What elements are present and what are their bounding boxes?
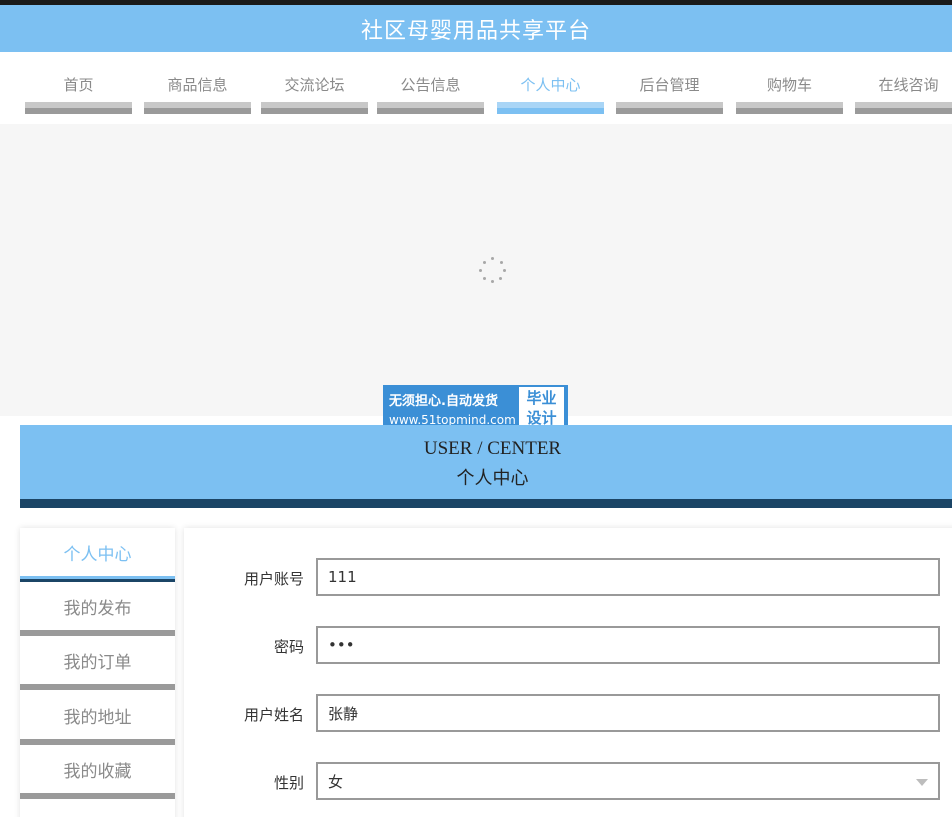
password-input[interactable] [316, 626, 940, 664]
nav-item-announcements[interactable]: 公告信息 [377, 52, 484, 114]
sidebar-item-my-favorites[interactable]: 我的收藏 [20, 745, 175, 799]
form-row-name: 用户姓名 [184, 694, 952, 732]
nav-item-label: 首页 [63, 76, 94, 94]
nav-item-label: 后台管理 [639, 76, 700, 94]
nav-item-bar [855, 102, 952, 114]
loading-spinner-icon [478, 256, 508, 286]
account-input[interactable] [316, 558, 940, 596]
nav-item-label: 个人中心 [520, 76, 581, 94]
password-label: 密码 [273, 638, 304, 656]
banner-carousel [0, 124, 952, 416]
section-title-en: USER / CENTER [423, 438, 562, 459]
nav-item-products[interactable]: 商品信息 [144, 52, 251, 114]
sidebar-item-my-orders[interactable]: 我的订单 [20, 636, 175, 690]
nav-item-bar [616, 102, 723, 114]
nav-item-cart[interactable]: 购物车 [736, 52, 843, 114]
section-title-cn: 个人中心 [456, 468, 529, 489]
nav-item-label: 购物车 [766, 76, 812, 94]
section-title-box: USER / CENTER 个人中心 [20, 425, 952, 508]
nav-item-label: 商品信息 [167, 76, 228, 94]
nav-item-label: 公告信息 [400, 76, 461, 94]
sidebar-item-label: 个人中心 [63, 545, 132, 565]
sidebar-item-user-center[interactable]: 个人中心 [20, 528, 175, 582]
nav-item-bar [377, 102, 484, 114]
form-row-account: 用户账号 [184, 558, 952, 596]
sidebar-item-label: 我的地址 [63, 708, 132, 728]
main-nav: 首页 商品信息 交流论坛 公告信息 个人中心 后台管理 购物车 在线咨询 [0, 52, 952, 124]
gender-label: 性别 [273, 774, 304, 792]
nav-item-bar [497, 102, 604, 114]
gender-select-value: 女 [328, 772, 344, 791]
nav-item-bar [736, 102, 843, 114]
sidebar-item-label: 我的订单 [63, 653, 132, 673]
site-header: 社区母婴用品共享平台 [0, 5, 952, 52]
name-label: 用户姓名 [243, 706, 304, 724]
nav-item-bar [144, 102, 251, 114]
nav-item-bar [261, 102, 368, 114]
form-row-password: 密码 [184, 626, 952, 664]
name-input[interactable] [316, 694, 940, 732]
watermark-line1: 无须担心.自动发货 [389, 394, 498, 409]
sidebar-item-bar [20, 684, 175, 690]
nav-item-consult[interactable]: 在线咨询 [855, 52, 952, 114]
sidebar-item-my-address[interactable]: 我的地址 [20, 691, 175, 745]
user-info-form: 用户账号 密码 用户姓名 性别 女 [184, 528, 952, 817]
nav-item-bar [25, 102, 132, 114]
sidebar-item-bar [20, 793, 175, 799]
nav-item-admin[interactable]: 后台管理 [616, 52, 723, 114]
chevron-down-icon [916, 779, 928, 786]
account-label: 用户账号 [243, 570, 304, 588]
sidebar-item-label: 我的发布 [63, 599, 132, 619]
gender-select[interactable]: 女 [316, 762, 940, 800]
nav-item-forum[interactable]: 交流论坛 [261, 52, 368, 114]
watermark-badge-line1: 毕业 [526, 389, 557, 407]
nav-item-label: 在线咨询 [878, 76, 939, 94]
sidebar-item-my-posts[interactable]: 我的发布 [20, 582, 175, 636]
form-row-gender: 性别 女 [184, 762, 952, 800]
user-sidebar: 个人中心 我的发布 我的订单 我的地址 我的收藏 [20, 528, 175, 817]
nav-item-user-center[interactable]: 个人中心 [497, 52, 604, 114]
site-title: 社区母婴用品共享平台 [360, 18, 591, 44]
nav-item-home[interactable]: 首页 [25, 52, 132, 114]
nav-item-label: 交流论坛 [284, 76, 345, 94]
section-title-underline [20, 499, 952, 508]
sidebar-item-label: 我的收藏 [63, 762, 132, 782]
